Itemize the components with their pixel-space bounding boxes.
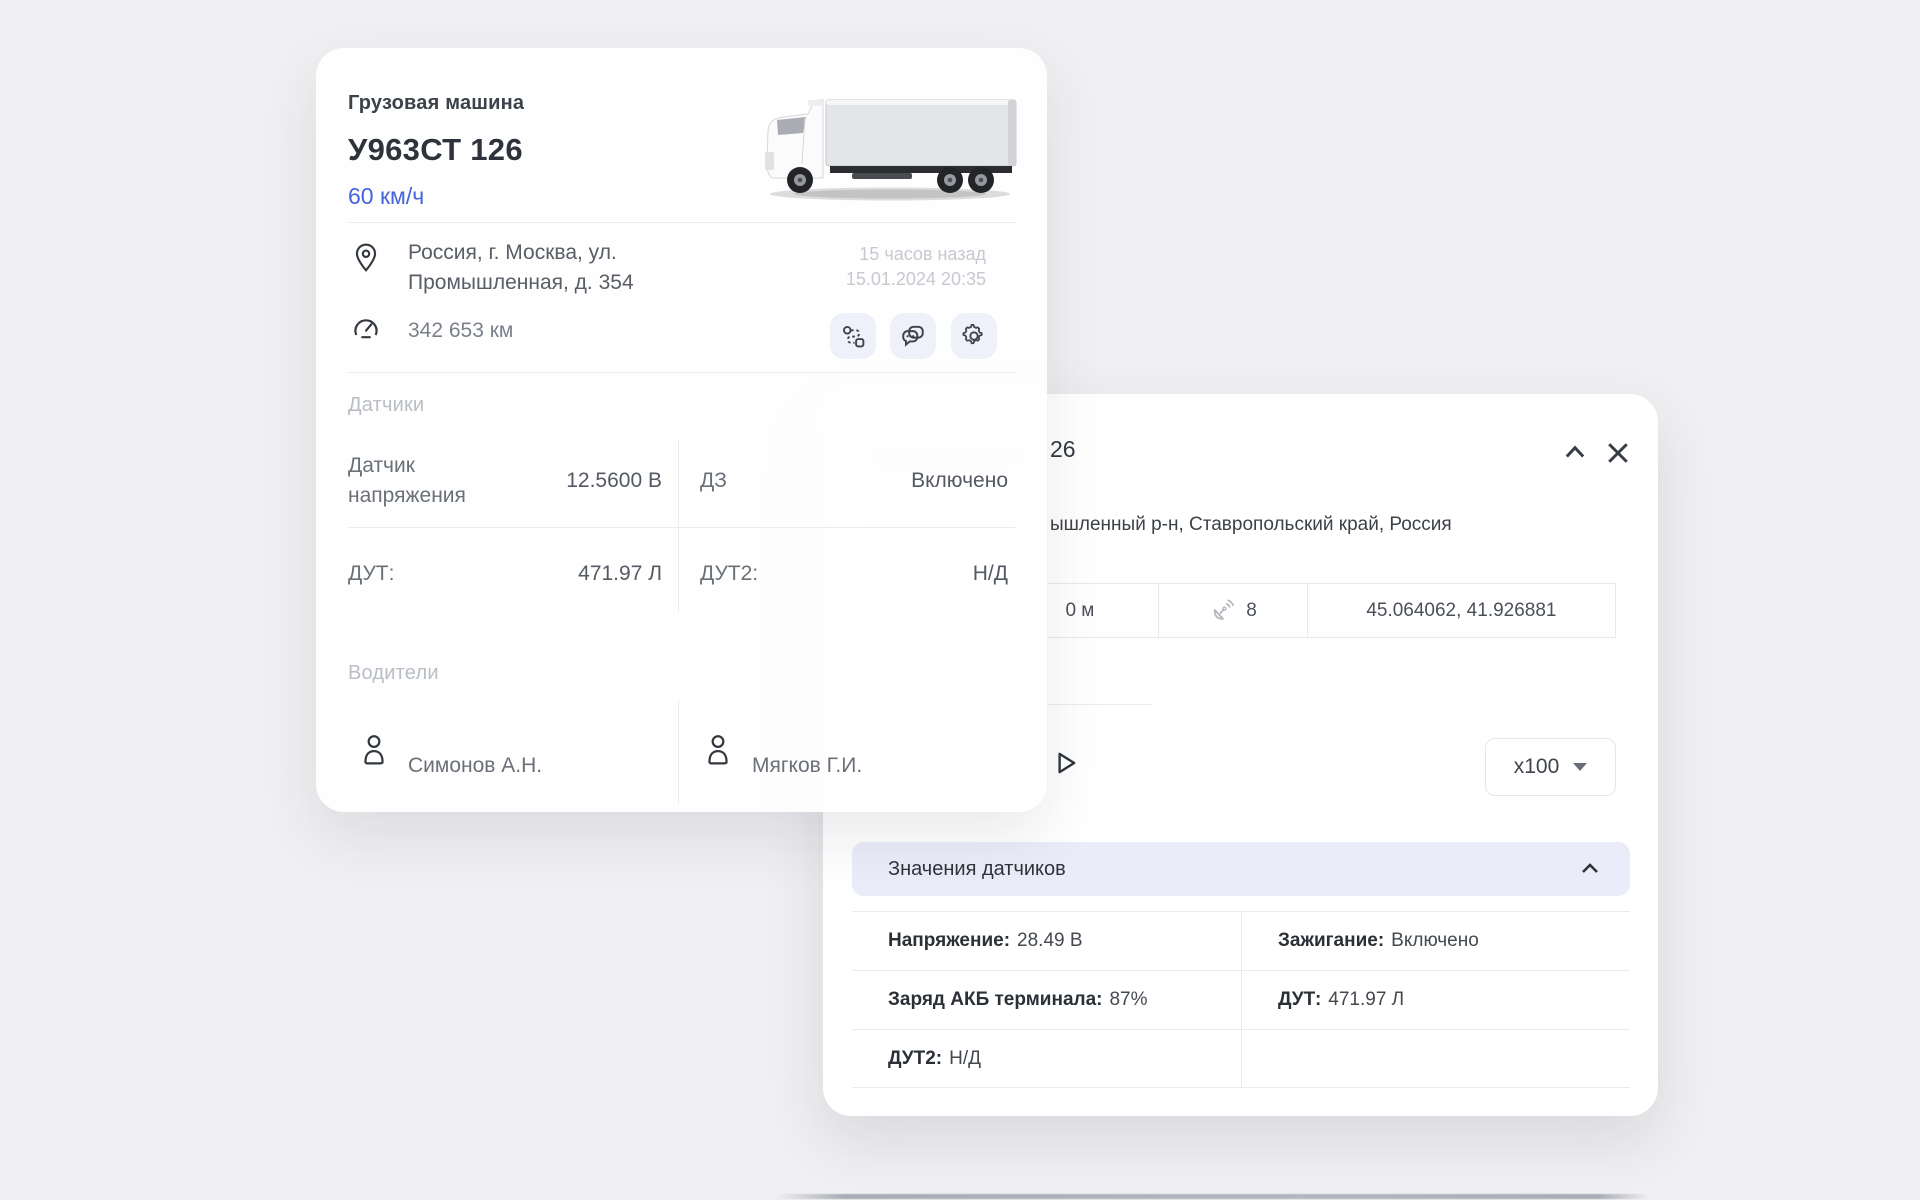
settings-button[interactable] bbox=[951, 313, 997, 359]
sensor-value: 471.97 Л bbox=[348, 562, 662, 586]
sensor-cell-fuel2: ДУТ2: Н/Д bbox=[852, 1030, 1241, 1087]
sensor-label: Зажигание: bbox=[1278, 930, 1384, 952]
detail-address: ышленный р-н, Ставропольский край, Росси… bbox=[1050, 514, 1452, 536]
sensor-label: ДУТ2: bbox=[888, 1048, 942, 1070]
sensor-value: Н/Д bbox=[700, 562, 1008, 586]
close-button[interactable] bbox=[1600, 435, 1636, 471]
sensor-values-title: Значения датчиков bbox=[888, 858, 1066, 881]
detail-card-title: 26 bbox=[1050, 436, 1076, 463]
coordinates-value: 45.064062, 41.926881 bbox=[1366, 600, 1556, 622]
chevron-up-icon bbox=[1578, 857, 1602, 881]
play-icon bbox=[1051, 749, 1079, 777]
sensor-label: Напряжение: bbox=[888, 930, 1010, 952]
sensor-value: 471.97 Л bbox=[1328, 989, 1404, 1011]
satellites-count: 8 bbox=[1246, 600, 1257, 622]
divider bbox=[348, 372, 1015, 373]
last-update-relative: 15 часов назад bbox=[846, 242, 986, 267]
sensor-cell-fuel1: ДУТ: 471.97 Л bbox=[1241, 971, 1630, 1029]
app-background: 26 ышленный р-н, Ставропольский край, Ро… bbox=[0, 0, 1920, 1200]
sensor-value: Включено bbox=[700, 469, 1008, 493]
address-line-2: Промышленная, д. 354 bbox=[408, 268, 634, 298]
driver-name: Симонов А.Н. bbox=[408, 754, 542, 778]
sensors-section-title: Датчики bbox=[348, 394, 424, 417]
playback-speed-value: x100 bbox=[1514, 755, 1560, 779]
divider bbox=[348, 222, 1015, 223]
address-line-1: Россия, г. Москва, ул. bbox=[408, 238, 634, 268]
close-icon bbox=[1603, 438, 1633, 468]
speedometer-icon bbox=[352, 314, 380, 342]
gear-icon bbox=[961, 323, 987, 349]
sensor-cell-ignition: Зажигание: Включено bbox=[1241, 912, 1630, 970]
vehicle-plate: У963СТ 126 bbox=[348, 132, 523, 168]
sensor-value: Включено bbox=[1391, 930, 1479, 952]
vehicle-speed: 60 км/ч bbox=[348, 183, 424, 210]
last-update-datetime: 15.01.2024 20:35 bbox=[846, 267, 986, 292]
drivers-column-divider bbox=[678, 700, 679, 805]
odometer-value: 342 653 км bbox=[408, 319, 513, 343]
sensor-value: 28.49 В bbox=[1017, 930, 1083, 952]
vehicle-address: Россия, г. Москва, ул. Промышленная, д. … bbox=[408, 238, 634, 298]
chevron-up-icon bbox=[1561, 439, 1589, 467]
stats-cell-coordinates: 45.064062, 41.926881 bbox=[1307, 584, 1615, 637]
sensor-label: Заряд АКБ терминала: bbox=[888, 989, 1102, 1011]
chevron-down-icon bbox=[1573, 763, 1587, 771]
sensor-values-header[interactable]: Значения датчиков bbox=[852, 842, 1630, 896]
sensor-values-table: Напряжение: 28.49 В Зажигание: Включено … bbox=[852, 911, 1630, 1088]
chat-icon bbox=[900, 323, 926, 349]
location-pin-icon bbox=[352, 242, 380, 274]
route-icon bbox=[841, 324, 866, 349]
vehicle-card: Грузовая машина У963СТ 126 60 км/ч bbox=[316, 48, 1047, 812]
play-button[interactable] bbox=[1048, 746, 1082, 780]
sensor-cell-battery: Заряд АКБ терминала: 87% bbox=[852, 971, 1241, 1029]
driver-name: Мягков Г.И. bbox=[752, 754, 862, 778]
truck-image bbox=[752, 92, 1022, 208]
vehicle-type-label: Грузовая машина bbox=[348, 92, 524, 115]
messages-button[interactable] bbox=[890, 313, 936, 359]
person-icon bbox=[704, 733, 732, 765]
table-row: ДУТ2: Н/Д bbox=[852, 1029, 1630, 1088]
sensor-cell-voltage: Напряжение: 28.49 В bbox=[852, 912, 1241, 970]
drivers-section-title: Водители bbox=[348, 662, 439, 685]
stats-cell-satellites: 8 bbox=[1158, 584, 1307, 637]
table-row: Заряд АКБ терминала: 87% ДУТ: 471.97 Л bbox=[852, 970, 1630, 1029]
person-icon bbox=[360, 733, 388, 765]
last-update: 15 часов назад 15.01.2024 20:35 bbox=[846, 242, 986, 292]
sensor-value: 12.5600 В bbox=[348, 469, 662, 493]
satellite-icon bbox=[1209, 597, 1236, 624]
background-edge-strip bbox=[775, 1194, 1650, 1199]
table-row: Напряжение: 28.49 В Зажигание: Включено bbox=[852, 911, 1630, 970]
sensor-value: Н/Д bbox=[949, 1048, 981, 1070]
sensor-value: 87% bbox=[1109, 989, 1147, 1011]
collapse-button[interactable] bbox=[1557, 435, 1593, 471]
playback-speed-select[interactable]: x100 bbox=[1485, 738, 1616, 796]
sensor-label: ДУТ: bbox=[1278, 989, 1321, 1011]
route-button[interactable] bbox=[830, 313, 876, 359]
sensor-cell-empty bbox=[1241, 1030, 1630, 1087]
distance-value: 0 м bbox=[1065, 600, 1094, 622]
table-row-divider bbox=[348, 527, 1015, 528]
